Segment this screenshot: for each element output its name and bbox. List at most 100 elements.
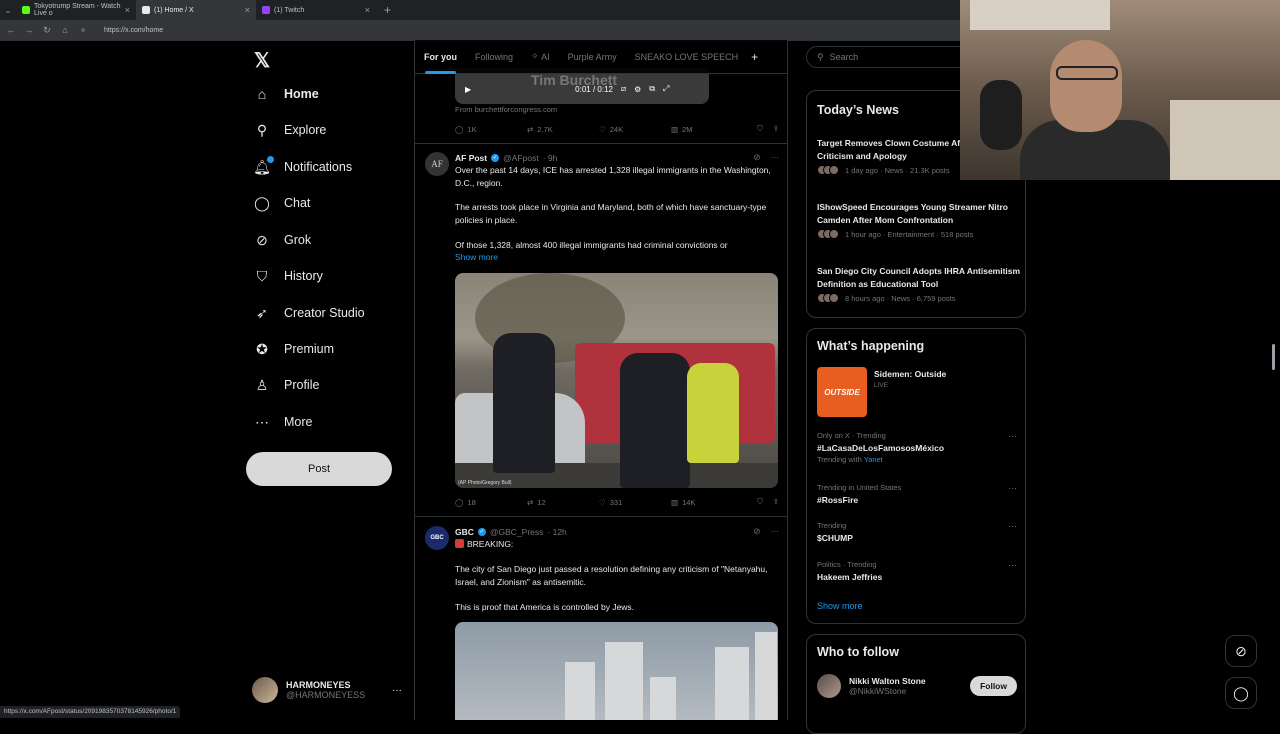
- tweet-time[interactable]: · 9h: [543, 153, 558, 163]
- more-icon[interactable]: ···: [392, 685, 402, 696]
- nav-profile[interactable]: ♙ Profile: [254, 373, 320, 397]
- mute-icon[interactable]: ⧄: [621, 84, 626, 94]
- bookmark-icon[interactable]: ⛉: [757, 124, 763, 134]
- more-icon[interactable]: ···: [771, 526, 780, 537]
- site-info-icon[interactable]: ⚬: [78, 25, 88, 36]
- live-title[interactable]: Sidemen: Outside: [874, 369, 946, 379]
- nav-notifications[interactable]: 🔔︎ Notifications: [253, 155, 352, 179]
- live-thumbnail[interactable]: OUTSIDE: [817, 367, 867, 417]
- show-more-link[interactable]: Show more: [817, 601, 863, 611]
- share-icon[interactable]: ⇪: [773, 497, 779, 507]
- tab-following[interactable]: Following: [466, 40, 522, 74]
- like-button[interactable]: ♡ 331: [599, 498, 671, 507]
- tab-purple-army[interactable]: Purple Army: [559, 40, 626, 74]
- play-icon[interactable]: ▶: [465, 85, 471, 94]
- forward-icon[interactable]: →: [24, 25, 34, 35]
- grok-fab-icon[interactable]: ⊘: [1225, 635, 1257, 667]
- nav-more[interactable]: ⋯ More: [254, 410, 312, 434]
- author-name[interactable]: AF Post: [455, 153, 487, 163]
- tab-title: Tokyotrump Stream - Watch Live o: [34, 3, 121, 17]
- avatar[interactable]: AF: [425, 152, 449, 176]
- reload-icon[interactable]: ↻: [42, 25, 52, 36]
- browser-tab-kick[interactable]: Tokyotrump Stream - Watch Live o ×: [16, 0, 136, 20]
- author-name[interactable]: GBC: [455, 527, 474, 537]
- tab-close-icon[interactable]: ×: [365, 5, 370, 15]
- views-button[interactable]: ▥ 14K: [671, 498, 743, 507]
- news-item[interactable]: IShowSpeed Encourages Young Streamer Nit…: [817, 201, 1022, 239]
- trend-item[interactable]: Politics · Trending Hakeem Jeffries ···: [817, 560, 1017, 582]
- home-browser-icon[interactable]: ⌂: [60, 25, 70, 35]
- settings-icon[interactable]: ⚙: [634, 85, 641, 94]
- x-logo-icon[interactable]: 𝕏: [254, 48, 270, 73]
- back-icon[interactable]: ←: [6, 25, 16, 35]
- grok-icon[interactable]: ⊘: [753, 152, 760, 163]
- more-icon[interactable]: ···: [771, 152, 780, 163]
- trend-item[interactable]: Only on X · Trending #LaCasaDeLosFamosos…: [817, 431, 1017, 464]
- tab-search-icon[interactable]: ⌄: [0, 0, 16, 20]
- like-count: 24K: [609, 124, 624, 134]
- photo-building: [565, 662, 595, 720]
- pip-icon[interactable]: ⧉: [649, 84, 655, 94]
- trend-sub-link[interactable]: Yanet: [864, 455, 883, 464]
- reply-button[interactable]: ◯ 18: [455, 498, 527, 507]
- show-more-link[interactable]: Show more: [455, 252, 498, 262]
- nav-explore[interactable]: ⚲ Explore: [254, 118, 327, 142]
- follow-button[interactable]: Follow: [970, 676, 1017, 696]
- page-scrollbar[interactable]: [1272, 344, 1275, 370]
- tab-sneako-love-speech[interactable]: SNEAKO LOVE SPEECH: [626, 40, 748, 74]
- author-handle[interactable]: @GBC_Press: [490, 527, 544, 537]
- repost-button[interactable]: ⇄ 2.7K: [527, 125, 599, 134]
- tweet-photo[interactable]: (AP Photo/Gregory Bull): [455, 273, 778, 488]
- nav-grok[interactable]: ⊘ Grok: [254, 228, 311, 252]
- tweet-photo[interactable]: [455, 622, 778, 720]
- trend-item[interactable]: Trending in United States #RossFire ···: [817, 483, 1017, 505]
- more-icon[interactable]: ···: [1008, 483, 1017, 493]
- nav-label: Creator Studio: [284, 306, 365, 320]
- avatar[interactable]: GBC: [425, 526, 449, 550]
- photo-credit: (AP Photo/Gregory Bull): [458, 480, 512, 486]
- photo-building: [605, 642, 643, 720]
- fullscreen-icon[interactable]: ⤢: [663, 84, 669, 94]
- nav-premium[interactable]: ✪ Premium: [254, 337, 334, 361]
- reply-icon: ◯: [455, 124, 464, 134]
- chat-fab-icon[interactable]: ◯: [1225, 677, 1257, 709]
- tab-for-you[interactable]: For you: [415, 40, 466, 74]
- add-tab-icon[interactable]: +: [751, 50, 758, 64]
- siren-icon: [455, 539, 464, 548]
- account-switcher[interactable]: HARMONEYES @HARMONEYESS ···: [252, 674, 402, 706]
- nav-history[interactable]: ⛉ History: [254, 264, 323, 288]
- author-handle[interactable]: @AFpost: [503, 153, 539, 163]
- tweet-time[interactable]: · 12h: [547, 527, 566, 537]
- tab-ai[interactable]: ✧ AI: [522, 40, 559, 74]
- reply-button[interactable]: ◯ 1K: [455, 125, 527, 134]
- news-item[interactable]: San Diego City Council Adopts IHRA Antis…: [817, 265, 1022, 303]
- browser-tab-twitch[interactable]: (1) Twitch ×: [256, 0, 376, 20]
- like-button[interactable]: ♡ 24K: [599, 125, 671, 134]
- views-button[interactable]: ▥ 2M: [671, 125, 743, 134]
- new-tab-icon[interactable]: +: [384, 3, 391, 17]
- url-field[interactable]: https://x.com/home: [104, 27, 163, 34]
- more-icon[interactable]: ···: [1008, 521, 1017, 531]
- more-icon[interactable]: ···: [1008, 560, 1017, 570]
- browser-tab-x-home[interactable]: (1) Home / X ×: [136, 0, 256, 20]
- bookmark-icon[interactable]: ⛉: [757, 497, 763, 507]
- repost-button[interactable]: ⇄ 12: [527, 498, 599, 507]
- nav-home[interactable]: ⌂ Home: [254, 82, 319, 106]
- grok-icon[interactable]: ⊘: [753, 526, 760, 537]
- post-button[interactable]: Post: [246, 452, 392, 486]
- follow-suggestion[interactable]: Nikki Walton Stone @NikkiWStone Follow: [817, 671, 1017, 701]
- webcam-overlay: [960, 0, 1280, 180]
- tab-close-icon[interactable]: ×: [245, 5, 250, 15]
- more-icon[interactable]: ···: [1008, 431, 1017, 441]
- nav-creator-studio[interactable]: ➶ Creator Studio: [254, 301, 365, 325]
- trend-item[interactable]: Trending $CHUMP ···: [817, 521, 1017, 543]
- nav-chat[interactable]: ◯ Chat: [254, 191, 310, 215]
- share-icon[interactable]: ⇪: [773, 124, 779, 134]
- tweet-text: This is proof that America is controlled…: [455, 602, 635, 612]
- video-source[interactable]: From burchettforcongress.com: [455, 105, 557, 114]
- verified-icon: ✪: [256, 340, 268, 357]
- webcam-glasses: [1056, 66, 1118, 80]
- tweet-actions: ◯ 1K ⇄ 2.7K ♡ 24K ▥ 2M ⛉ ⇪: [455, 122, 779, 136]
- card-title: Who to follow: [817, 645, 899, 659]
- tab-close-icon[interactable]: ×: [125, 5, 130, 15]
